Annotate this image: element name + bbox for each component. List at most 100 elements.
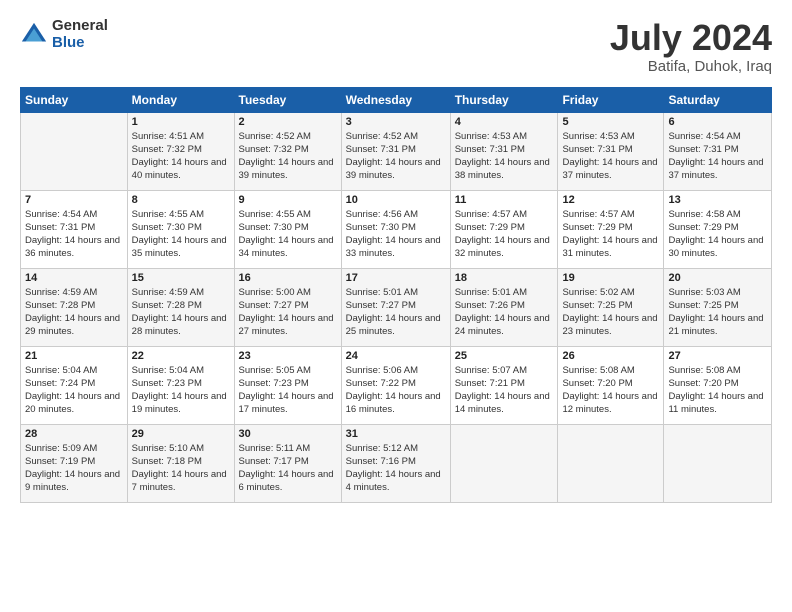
day-info: Sunrise: 4:55 AMSunset: 7:30 PMDaylight:…: [132, 208, 230, 261]
day-info: Sunrise: 5:06 AMSunset: 7:22 PMDaylight:…: [346, 364, 446, 417]
logo-blue: Blue: [52, 35, 108, 52]
day-info: Sunrise: 4:54 AMSunset: 7:31 PMDaylight:…: [668, 130, 767, 183]
day-number: 30: [239, 428, 337, 440]
day-info: Sunrise: 5:01 AMSunset: 7:27 PMDaylight:…: [346, 286, 446, 339]
calendar-cell: 31 Sunrise: 5:12 AMSunset: 7:16 PMDayligh…: [341, 424, 450, 502]
day-number: 28: [25, 428, 123, 440]
calendar-cell: [21, 112, 128, 190]
logo: General Blue: [20, 18, 108, 51]
day-info: Sunrise: 5:04 AMSunset: 7:24 PMDaylight:…: [25, 364, 123, 417]
calendar-cell: 6 Sunrise: 4:54 AMSunset: 7:31 PMDaylight…: [664, 112, 772, 190]
calendar-cell: 7Sunrise: 4:54 AMSunset: 7:31 PMDaylight…: [21, 190, 128, 268]
title-section: July 2024 Batifa, Duhok, Iraq: [610, 18, 772, 75]
day-number: 27: [668, 350, 767, 362]
calendar-cell: 22 Sunrise: 5:04 AMSunset: 7:23 PMDayligh…: [127, 346, 234, 424]
calendar-cell: 5Sunrise: 4:53 AMSunset: 7:31 PMDaylight…: [558, 112, 664, 190]
day-info: Sunrise: 5:09 AMSunset: 7:19 PMDaylight:…: [25, 442, 123, 495]
calendar-cell: 21 Sunrise: 5:04 AMSunset: 7:24 PMDayligh…: [21, 346, 128, 424]
day-info: Sunrise: 5:01 AMSunset: 7:26 PMDaylight:…: [455, 286, 554, 339]
calendar-cell: 20Sunrise: 5:03 AMSunset: 7:25 PMDayligh…: [664, 268, 772, 346]
day-number: 26: [562, 350, 659, 362]
calendar-week-row: 28 Sunrise: 5:09 AMSunset: 7:19 PMDayligh…: [21, 424, 772, 502]
day-info: Sunrise: 5:12 AMSunset: 7:16 PMDaylight:…: [346, 442, 446, 495]
day-number: 3: [346, 116, 446, 128]
day-info: Sunrise: 4:52 AMSunset: 7:32 PMDaylight:…: [239, 130, 337, 183]
day-info: Sunrise: 5:08 AMSunset: 7:20 PMDaylight:…: [562, 364, 659, 417]
calendar-week-row: 1Sunrise: 4:51 AMSunset: 7:32 PMDaylight…: [21, 112, 772, 190]
calendar-cell: 14Sunrise: 4:59 AMSunset: 7:28 PMDayligh…: [21, 268, 128, 346]
day-info: Sunrise: 5:08 AMSunset: 7:20 PMDaylight:…: [668, 364, 767, 417]
day-info: Sunrise: 4:52 AMSunset: 7:31 PMDaylight:…: [346, 130, 446, 183]
weekday-header-saturday: Saturday: [664, 87, 772, 112]
calendar-cell: 26 Sunrise: 5:08 AMSunset: 7:20 PMDayligh…: [558, 346, 664, 424]
location-subtitle: Batifa, Duhok, Iraq: [610, 58, 772, 75]
calendar-cell: [450, 424, 558, 502]
weekday-header-wednesday: Wednesday: [341, 87, 450, 112]
calendar-body: 1Sunrise: 4:51 AMSunset: 7:32 PMDaylight…: [21, 112, 772, 502]
day-info: Sunrise: 5:02 AMSunset: 7:25 PMDaylight:…: [562, 286, 659, 339]
calendar-cell: 1Sunrise: 4:51 AMSunset: 7:32 PMDaylight…: [127, 112, 234, 190]
day-number: 15: [132, 272, 230, 284]
day-info: Sunrise: 4:57 AMSunset: 7:29 PMDaylight:…: [562, 208, 659, 261]
calendar-cell: 30Sunrise: 5:11 AMSunset: 7:17 PMDayligh…: [234, 424, 341, 502]
day-info: Sunrise: 5:03 AMSunset: 7:25 PMDaylight:…: [668, 286, 767, 339]
calendar-cell: 9 Sunrise: 4:55 AMSunset: 7:30 PMDaylight…: [234, 190, 341, 268]
day-number: 21: [25, 350, 123, 362]
day-info: Sunrise: 4:51 AMSunset: 7:32 PMDaylight:…: [132, 130, 230, 183]
day-number: 17: [346, 272, 446, 284]
month-year-title: July 2024: [610, 18, 772, 58]
day-number: 6: [668, 116, 767, 128]
calendar-cell: 29 Sunrise: 5:10 AMSunset: 7:18 PMDayligh…: [127, 424, 234, 502]
day-number: 16: [239, 272, 337, 284]
calendar-week-row: 21 Sunrise: 5:04 AMSunset: 7:24 PMDayligh…: [21, 346, 772, 424]
day-info: Sunrise: 5:04 AMSunset: 7:23 PMDaylight:…: [132, 364, 230, 417]
page: General Blue July 2024 Batifa, Duhok, Ir…: [0, 0, 792, 612]
header: General Blue July 2024 Batifa, Duhok, Ir…: [20, 18, 772, 75]
calendar-cell: [664, 424, 772, 502]
day-info: Sunrise: 4:55 AMSunset: 7:30 PMDaylight:…: [239, 208, 337, 261]
day-info: Sunrise: 4:53 AMSunset: 7:31 PMDaylight:…: [562, 130, 659, 183]
day-info: Sunrise: 4:58 AMSunset: 7:29 PMDaylight:…: [668, 208, 767, 261]
day-number: 22: [132, 350, 230, 362]
day-number: 11: [455, 194, 554, 206]
calendar-cell: 27 Sunrise: 5:08 AMSunset: 7:20 PMDayligh…: [664, 346, 772, 424]
weekday-header-monday: Monday: [127, 87, 234, 112]
day-number: 8: [132, 194, 230, 206]
day-info: Sunrise: 4:59 AMSunset: 7:28 PMDaylight:…: [25, 286, 123, 339]
day-number: 24: [346, 350, 446, 362]
calendar-cell: 10Sunrise: 4:56 AMSunset: 7:30 PMDayligh…: [341, 190, 450, 268]
calendar-cell: 2Sunrise: 4:52 AMSunset: 7:32 PMDaylight…: [234, 112, 341, 190]
weekday-header-row: SundayMondayTuesdayWednesdayThursdayFrid…: [21, 87, 772, 112]
day-number: 31: [346, 428, 446, 440]
weekday-header-thursday: Thursday: [450, 87, 558, 112]
day-info: Sunrise: 5:07 AMSunset: 7:21 PMDaylight:…: [455, 364, 554, 417]
calendar-cell: 11 Sunrise: 4:57 AMSunset: 7:29 PMDayligh…: [450, 190, 558, 268]
day-number: 4: [455, 116, 554, 128]
day-info: Sunrise: 4:54 AMSunset: 7:31 PMDaylight:…: [25, 208, 123, 261]
calendar-cell: 12Sunrise: 4:57 AMSunset: 7:29 PMDayligh…: [558, 190, 664, 268]
calendar-cell: 24 Sunrise: 5:06 AMSunset: 7:22 PMDayligh…: [341, 346, 450, 424]
calendar-cell: 8 Sunrise: 4:55 AMSunset: 7:30 PMDaylight…: [127, 190, 234, 268]
calendar-cell: 25 Sunrise: 5:07 AMSunset: 7:21 PMDayligh…: [450, 346, 558, 424]
calendar-cell: 15 Sunrise: 4:59 AMSunset: 7:28 PMDayligh…: [127, 268, 234, 346]
calendar-cell: 4Sunrise: 4:53 AMSunset: 7:31 PMDaylight…: [450, 112, 558, 190]
calendar-week-row: 14Sunrise: 4:59 AMSunset: 7:28 PMDayligh…: [21, 268, 772, 346]
day-number: 25: [455, 350, 554, 362]
day-number: 29: [132, 428, 230, 440]
calendar-cell: 28 Sunrise: 5:09 AMSunset: 7:19 PMDayligh…: [21, 424, 128, 502]
day-info: Sunrise: 5:00 AMSunset: 7:27 PMDaylight:…: [239, 286, 337, 339]
calendar-cell: [558, 424, 664, 502]
calendar-cell: 19Sunrise: 5:02 AMSunset: 7:25 PMDayligh…: [558, 268, 664, 346]
day-info: Sunrise: 5:05 AMSunset: 7:23 PMDaylight:…: [239, 364, 337, 417]
calendar-week-row: 7Sunrise: 4:54 AMSunset: 7:31 PMDaylight…: [21, 190, 772, 268]
day-number: 18: [455, 272, 554, 284]
day-info: Sunrise: 4:57 AMSunset: 7:29 PMDaylight:…: [455, 208, 554, 261]
day-info: Sunrise: 4:59 AMSunset: 7:28 PMDaylight:…: [132, 286, 230, 339]
day-number: 23: [239, 350, 337, 362]
calendar-cell: 3 Sunrise: 4:52 AMSunset: 7:31 PMDaylight…: [341, 112, 450, 190]
calendar-cell: 17 Sunrise: 5:01 AMSunset: 7:27 PMDayligh…: [341, 268, 450, 346]
logo-icon: [20, 21, 48, 49]
day-number: 9: [239, 194, 337, 206]
day-info: Sunrise: 5:10 AMSunset: 7:18 PMDaylight:…: [132, 442, 230, 495]
logo-text: General Blue: [52, 18, 108, 51]
